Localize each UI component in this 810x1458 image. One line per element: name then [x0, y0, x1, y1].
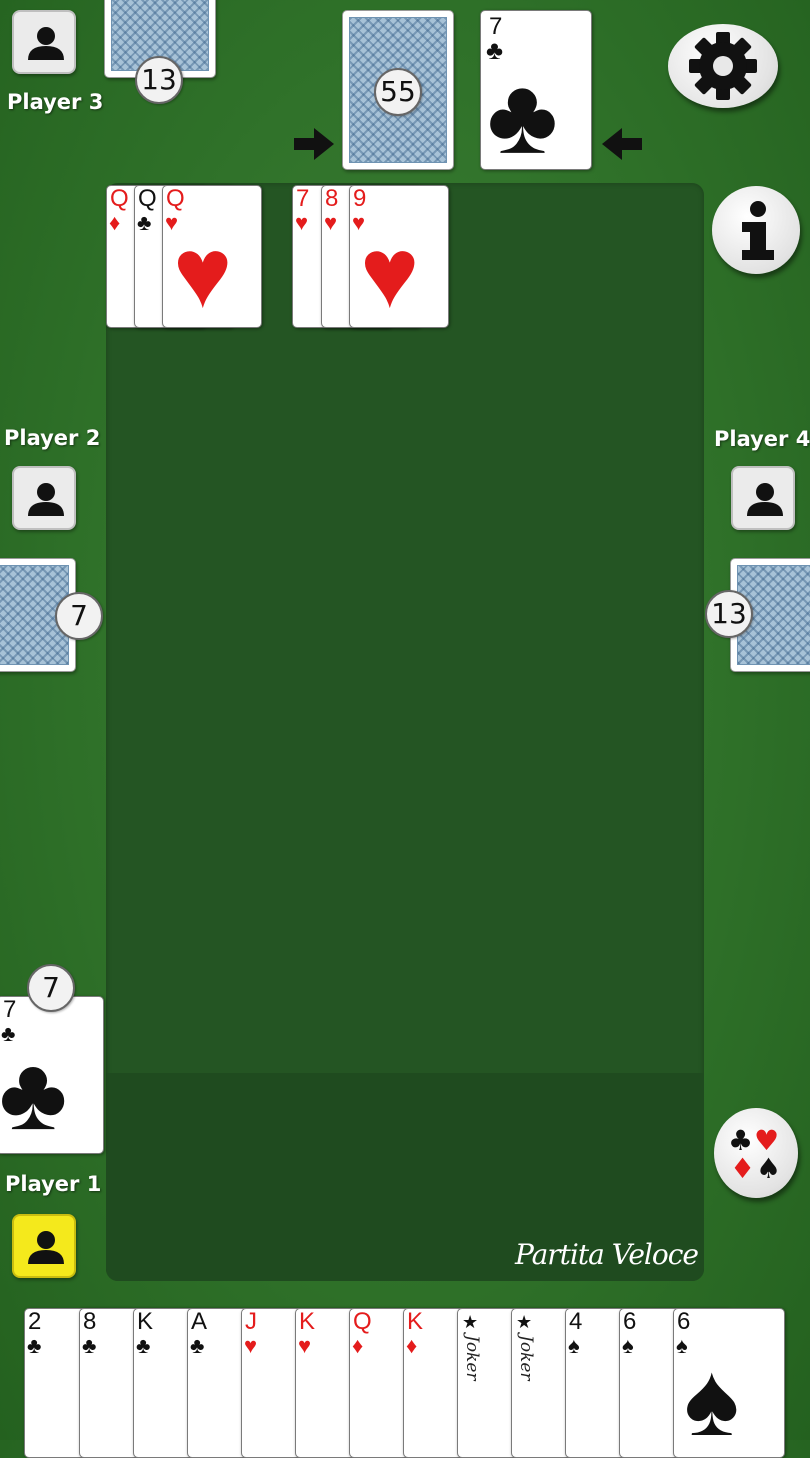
- card-suit: ♦: [109, 210, 121, 235]
- card-suits-icon: ♣ ♥ ♦ ♠: [728, 1124, 781, 1184]
- joker-label: Joker: [462, 1335, 482, 1381]
- card-rank: J: [245, 1308, 257, 1335]
- hand-card[interactable]: 6 ♠ ♠: [673, 1308, 785, 1458]
- card-suit: ♦: [406, 1333, 418, 1358]
- player2-name: Player 2: [4, 426, 101, 450]
- gear-icon: [689, 32, 757, 100]
- user-icon: [28, 483, 64, 516]
- card-rank: Q: [110, 185, 129, 212]
- card-suit: ♣: [190, 1333, 205, 1358]
- player2-card-count: 7: [55, 592, 103, 640]
- player4-card-count: 13: [705, 590, 753, 638]
- settings-button[interactable]: [668, 24, 778, 108]
- card-suit: ♠: [568, 1333, 580, 1358]
- user-icon: [28, 1231, 64, 1264]
- meld-card[interactable]: 9 ♥ ♥: [349, 185, 449, 328]
- card-rank: Q: [353, 1308, 372, 1335]
- svg-text:♦: ♦: [730, 1152, 755, 1184]
- card-suit: ♣: [137, 210, 152, 235]
- card-rank: 6: [677, 1308, 691, 1335]
- card-rank: K: [299, 1308, 316, 1335]
- player3-name: Player 3: [7, 90, 104, 114]
- card-suit: ♥: [324, 210, 338, 235]
- player4-avatar[interactable]: [731, 466, 795, 530]
- card-rank: Q: [166, 185, 185, 212]
- card-big-suit: ♠: [684, 1342, 740, 1458]
- card-rank: 8: [83, 1308, 97, 1335]
- user-icon: [747, 483, 783, 516]
- player1-avatar[interactable]: [12, 1214, 76, 1278]
- card-suit: ♣: [136, 1333, 151, 1358]
- card-suit: ♥: [298, 1333, 312, 1358]
- card-rank: K: [407, 1308, 424, 1335]
- joker-star-icon: ★: [516, 1312, 533, 1332]
- player1-meld-count: 7: [27, 964, 75, 1012]
- card-suit: ♦: [352, 1333, 364, 1358]
- deck-count: 55: [374, 68, 422, 116]
- arrow-icon: [602, 128, 642, 160]
- card-suit: ♠: [622, 1333, 634, 1358]
- player2-avatar[interactable]: [12, 466, 76, 530]
- card-rank: 9: [353, 185, 367, 212]
- card-big-suit: ♣: [0, 1036, 68, 1152]
- user-icon: [28, 27, 64, 60]
- sort-cards-button[interactable]: ♣ ♥ ♦ ♠: [714, 1108, 798, 1198]
- player3-card-count: 13: [135, 56, 183, 104]
- card-rank: 7: [3, 996, 17, 1023]
- player4-name: Player 4: [714, 427, 810, 451]
- joker-star-icon: ★: [462, 1312, 479, 1332]
- discard-pile-top[interactable]: 7 ♣ ♣: [480, 10, 592, 170]
- player1-last-card[interactable]: 7 ♣ ♣: [0, 996, 104, 1154]
- discard-big-suit: ♣: [487, 55, 558, 170]
- arrow-icon: [294, 128, 334, 160]
- card-rank: K: [137, 1308, 154, 1335]
- player3-avatar[interactable]: [12, 10, 76, 74]
- card-rank: Q: [138, 185, 157, 212]
- card-rank: 4: [569, 1308, 583, 1335]
- info-button[interactable]: [712, 186, 800, 274]
- joker-label: Joker: [516, 1335, 536, 1381]
- game-mode-label: Partita Veloce: [515, 1238, 699, 1271]
- meld-card[interactable]: Q ♥ ♥: [162, 185, 262, 328]
- card-rank: A: [191, 1308, 208, 1335]
- card-rank: 6: [623, 1308, 637, 1335]
- card-suit: ♣: [27, 1333, 42, 1358]
- card-big-suit: ♥: [173, 217, 233, 328]
- card-big-suit: ♥: [360, 217, 420, 328]
- card-suit: ♥: [295, 210, 309, 235]
- card-suit: ♣: [82, 1333, 97, 1358]
- card-rank: 8: [325, 185, 339, 212]
- svg-text:♠: ♠: [756, 1152, 781, 1184]
- card-suit: ♥: [244, 1333, 258, 1358]
- card-rank: 2: [28, 1308, 42, 1335]
- card-rank: 7: [296, 185, 310, 212]
- info-icon: [742, 201, 774, 260]
- player1-name: Player 1: [5, 1172, 102, 1196]
- game-table[interactable]: Partita Veloce: [106, 183, 704, 1281]
